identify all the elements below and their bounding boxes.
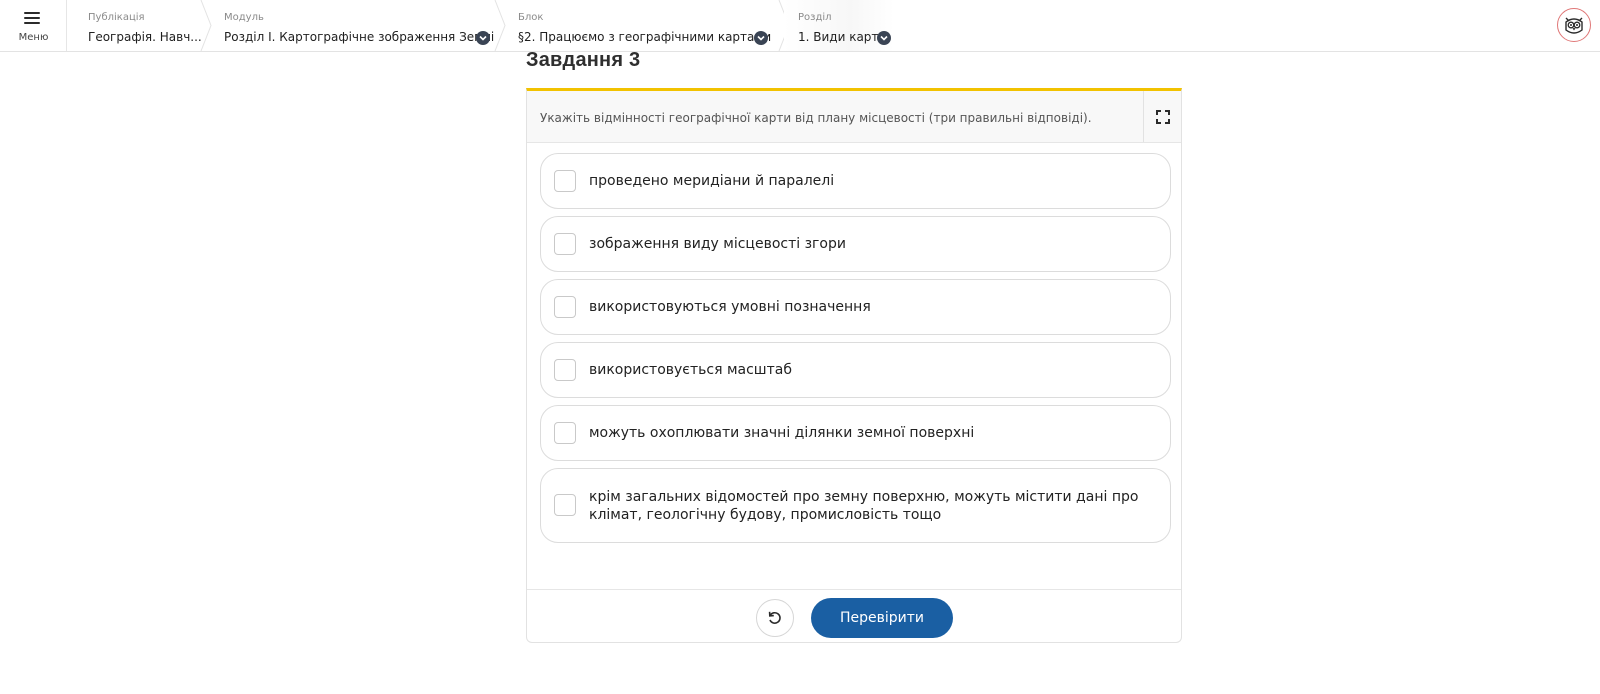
card-footer-divider	[527, 589, 1181, 590]
breadcrumb-caption: Модуль	[224, 12, 264, 23]
option-text: можуть охоплювати значні ділянки земної …	[589, 425, 975, 441]
answer-option[interactable]: використовуються умовні позначення	[540, 279, 1171, 335]
breadcrumb-value: Географія. Навч...	[88, 30, 202, 44]
answer-option[interactable]: крім загальних відомостей про земну пове…	[540, 468, 1171, 543]
answer-option[interactable]: можуть охоплювати значні ділянки земної …	[540, 405, 1171, 461]
breadcrumb-caption: Блок	[518, 12, 544, 23]
option-checkbox[interactable]	[554, 170, 576, 192]
top-navigation-bar: Меню Публікація Географія. Навч... Модул…	[0, 0, 1600, 52]
menu-button[interactable]: Меню	[0, 0, 67, 51]
hamburger-icon	[24, 12, 40, 24]
option-checkbox[interactable]	[554, 494, 576, 516]
reset-button[interactable]	[756, 599, 794, 637]
option-text-line-2: клімат, геологічну будову, промисловість…	[589, 507, 942, 523]
option-text: проведено меридіани й паралелі	[589, 173, 835, 189]
breadcrumb-separator	[494, 0, 506, 51]
answer-option[interactable]: зображення виду місцевості згори	[540, 216, 1171, 272]
chevron-down-icon[interactable]	[754, 31, 768, 45]
option-text: зображення виду місцевості згори	[589, 236, 846, 252]
answer-option[interactable]: використовується масштаб	[540, 342, 1171, 398]
task-title: Завдання 3	[526, 49, 641, 71]
option-checkbox[interactable]	[554, 233, 576, 255]
owl-logo-icon[interactable]	[1557, 8, 1591, 42]
chevron-down-icon[interactable]	[476, 31, 490, 45]
breadcrumb-block[interactable]: Блок §2. Працюємо з географічними картам…	[506, 0, 782, 51]
option-checkbox[interactable]	[554, 296, 576, 318]
answer-option[interactable]: проведено меридіани й паралелі	[540, 153, 1171, 209]
breadcrumb-value: 1. Види карт	[798, 30, 879, 44]
option-checkbox[interactable]	[554, 359, 576, 381]
breadcrumb-separator	[200, 0, 212, 51]
breadcrumb-publication[interactable]: Публікація Географія. Навч...	[68, 0, 204, 51]
breadcrumb-caption: Публікація	[88, 12, 145, 23]
check-answer-button[interactable]: Перевірити	[811, 598, 953, 638]
breadcrumb-value: §2. Працюємо з географічними картами	[518, 30, 772, 44]
question-text: Укажіть відмінності географічної карти в…	[540, 111, 1092, 125]
chevron-down-icon[interactable]	[877, 31, 891, 45]
option-text-line-1: крім загальних відомостей про земну пове…	[589, 489, 1139, 505]
breadcrumb-section[interactable]: Розділ 1. Види карт	[784, 0, 894, 51]
task-card: Укажіть відмінності географічної карти в…	[526, 88, 1182, 643]
option-text: використовуються умовні позначення	[589, 299, 871, 315]
reset-icon	[768, 611, 781, 624]
option-text: використовується масштаб	[589, 362, 792, 378]
option-checkbox[interactable]	[554, 422, 576, 444]
breadcrumb-value: Розділ I. Картографічне зображення Землі	[224, 30, 495, 44]
menu-label: Меню	[18, 32, 49, 43]
fullscreen-icon[interactable]	[1143, 91, 1181, 142]
breadcrumb-module[interactable]: Модуль Розділ I. Картографічне зображенн…	[212, 0, 498, 51]
question-header: Укажіть відмінності географічної карти в…	[527, 91, 1181, 143]
breadcrumb-caption: Розділ	[798, 12, 832, 23]
